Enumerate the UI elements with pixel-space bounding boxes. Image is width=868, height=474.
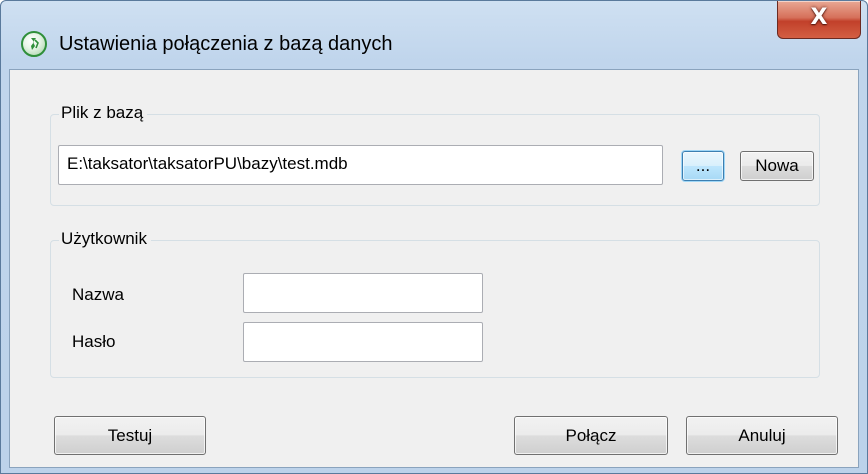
connect-button[interactable]: Połącz (514, 416, 668, 455)
title-bar[interactable]: Ustawienia połączenia z bazą danych X (1, 1, 867, 69)
database-file-group-legend: Plik z bazą (59, 103, 148, 123)
browse-button[interactable]: ... (682, 151, 724, 181)
database-path-input[interactable]: E:\taksator\taksatorPU\bazy\test.mdb (58, 145, 663, 185)
close-button[interactable]: X (777, 1, 861, 39)
password-label: Hasło (72, 332, 116, 351)
cancel-button[interactable]: Anuluj (686, 416, 838, 455)
user-group: Użytkownik Nazwa Hasło (50, 229, 820, 378)
username-input[interactable] (243, 273, 483, 313)
user-group-legend: Użytkownik (59, 229, 151, 249)
new-database-button[interactable]: Nowa (740, 151, 814, 181)
database-file-group: Plik z bazą E:\taksator\taksatorPU\bazy\… (50, 103, 820, 206)
close-icon: X (810, 5, 828, 30)
username-label: Nazwa (72, 285, 124, 304)
app-logo-icon (21, 31, 47, 57)
password-input[interactable] (243, 322, 483, 362)
dialog-window: Ustawienia połączenia z bazą danych X Pl… (0, 0, 868, 474)
dialog-client-area: Plik z bazą E:\taksator\taksatorPU\bazy\… (9, 69, 859, 468)
window-title: Ustawienia połączenia z bazą danych (59, 33, 393, 55)
test-connection-button[interactable]: Testuj (54, 416, 206, 455)
